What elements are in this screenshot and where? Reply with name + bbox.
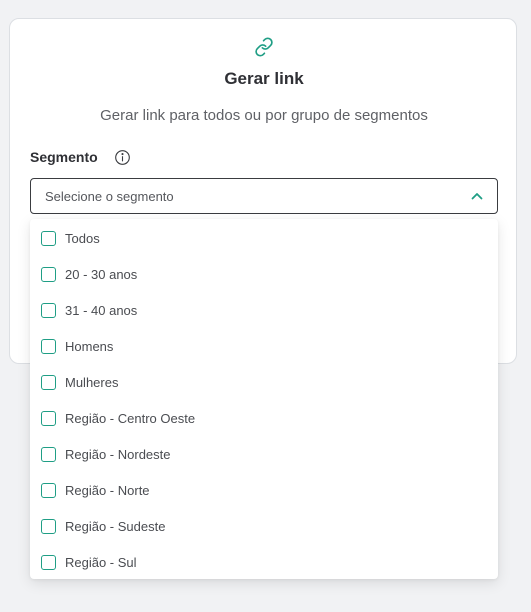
checkbox[interactable] [41, 519, 56, 534]
card-subtitle: Gerar link para todos ou por grupo de se… [100, 107, 428, 124]
segment-option-nordeste[interactable]: Região - Nordeste [30, 436, 498, 472]
segment-option-label: Região - Sul [65, 555, 137, 570]
checkbox[interactable] [41, 447, 56, 462]
checkbox[interactable] [41, 483, 56, 498]
segment-option-31-40[interactable]: 31 - 40 anos [30, 292, 498, 328]
segment-option-mulheres[interactable]: Mulheres [30, 364, 498, 400]
checkbox[interactable] [41, 231, 56, 246]
segment-option-label: Região - Nordeste [65, 447, 171, 462]
link-icon [255, 37, 273, 57]
segment-option-label: Todos [65, 231, 100, 246]
segment-option-label: 20 - 30 anos [65, 267, 138, 282]
segment-option-label: Região - Norte [65, 483, 150, 498]
segment-dropdown-menu: Todos 20 - 30 anos 31 - 40 anos Homens M… [30, 219, 498, 579]
checkbox[interactable] [41, 303, 56, 318]
checkbox[interactable] [41, 339, 56, 354]
segment-select-placeholder: Selecione o segmento [45, 189, 174, 204]
checkbox[interactable] [41, 375, 56, 390]
checkbox[interactable] [41, 267, 56, 282]
segment-label: Segmento [30, 149, 98, 165]
segment-option-label: Mulheres [65, 375, 119, 390]
segment-option-sul[interactable]: Região - Sul [30, 544, 498, 580]
segment-option-label: Região - Centro Oeste [65, 411, 196, 426]
card-title: Gerar link [224, 69, 304, 88]
segment-option-label: 31 - 40 anos [65, 303, 138, 318]
segment-option-homens[interactable]: Homens [30, 328, 498, 364]
segment-option-norte[interactable]: Região - Norte [30, 472, 498, 508]
info-icon[interactable] [114, 149, 131, 166]
segment-option-label: Homens [65, 339, 114, 354]
segment-option-todos[interactable]: Todos [30, 220, 498, 256]
segment-option-sudeste[interactable]: Região - Sudeste [30, 508, 498, 544]
segment-select[interactable]: Selecione o segmento [30, 178, 498, 214]
segment-option-centro-oeste[interactable]: Região - Centro Oeste [30, 400, 498, 436]
chevron-up-icon[interactable] [471, 191, 483, 201]
segment-option-20-30[interactable]: 20 - 30 anos [30, 256, 498, 292]
segment-option-label: Região - Sudeste [65, 519, 166, 534]
checkbox[interactable] [41, 555, 56, 570]
checkbox[interactable] [41, 411, 56, 426]
